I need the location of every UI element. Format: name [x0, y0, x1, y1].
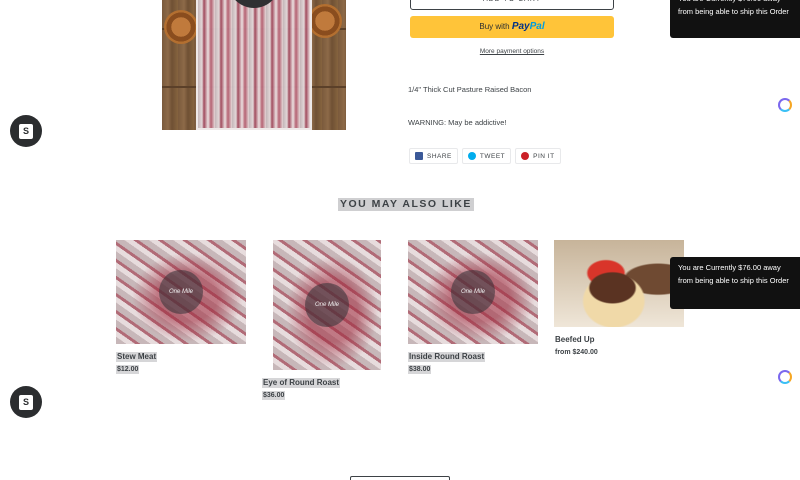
shopify-cart-badge[interactable]: S	[10, 386, 42, 418]
share-twitter-button[interactable]: TWEET	[461, 148, 512, 164]
share-label: SHARE	[427, 152, 452, 160]
paypal-logo-pal: Pal	[529, 21, 545, 32]
product-card-title[interactable]: Inside Round Roast	[408, 352, 486, 362]
share-facebook-button[interactable]: SHARE	[409, 148, 458, 164]
more-payment-options-link[interactable]: More payment options	[410, 48, 614, 55]
product-card-image[interactable]: One Mile	[408, 240, 538, 344]
package-label: One Mile	[451, 270, 495, 314]
twitter-icon	[467, 152, 476, 160]
clickup-icon[interactable]	[778, 98, 792, 112]
package-label: One Mile	[159, 270, 203, 314]
package-label: One Mile	[305, 283, 349, 327]
product-card-price: $38.00	[408, 365, 432, 374]
product-warning: WARNING: May be addictive!	[408, 118, 507, 127]
bacon-package	[196, 0, 312, 130]
product-image[interactable]	[162, 0, 346, 130]
view-all-button[interactable]	[350, 476, 450, 480]
facebook-icon	[415, 152, 423, 160]
pin-label: PIN IT	[533, 152, 555, 160]
product-card-price: $36.00	[262, 391, 286, 400]
paypal-logo: PayPal	[512, 21, 545, 32]
related-products-title: YOU MAY ALSO LIKE	[338, 198, 474, 211]
product-card-title[interactable]: Eye of Round Roast	[262, 378, 341, 388]
product-card-image[interactable]	[554, 240, 684, 327]
shopping-bag-icon: S	[19, 394, 33, 410]
paypal-button[interactable]: Buy with PayPal	[410, 16, 614, 38]
product-card-price: $12.00	[116, 365, 140, 374]
product-card-title[interactable]: Stew Meat	[116, 352, 158, 362]
plate-decoration	[308, 4, 342, 38]
shipping-notice-tooltip: You are Currently $76.00 away from being…	[670, 257, 800, 309]
product-card-price: from $240.00	[555, 349, 598, 356]
shopping-bag-icon: S	[19, 123, 33, 139]
social-share-row: SHARE TWEET PIN IT	[409, 148, 561, 164]
share-pinterest-button[interactable]: PIN IT	[515, 148, 561, 164]
plate-decoration	[164, 10, 198, 44]
pinterest-icon	[521, 152, 530, 160]
clickup-icon[interactable]	[778, 370, 792, 384]
product-description: 1/4" Thick Cut Pasture Raised Bacon	[408, 85, 532, 94]
product-card-image[interactable]: One Mile	[116, 240, 246, 344]
shopify-cart-badge[interactable]: S	[10, 115, 42, 147]
product-card-image[interactable]: One Mile	[273, 240, 381, 370]
paypal-prefix: Buy with	[479, 22, 510, 31]
tweet-label: TWEET	[479, 152, 506, 160]
shipping-notice-tooltip: You are Currently $76.00 away from being…	[670, 0, 800, 38]
add-to-cart-button[interactable]: ADD TO CART	[410, 0, 614, 10]
product-card-title[interactable]: Beefed Up	[554, 335, 596, 345]
paypal-logo-pay: Pay	[511, 21, 530, 32]
